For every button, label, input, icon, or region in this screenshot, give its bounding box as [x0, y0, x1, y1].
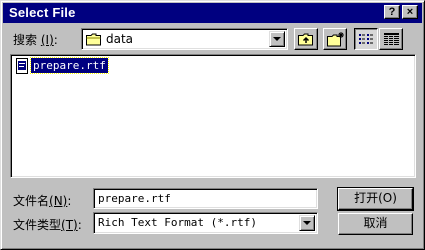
- filename-field[interactable]: prepare.rtf: [93, 188, 318, 209]
- filename-value: prepare.rtf: [98, 192, 171, 205]
- title-bar[interactable]: Select File ? ×: [3, 3, 422, 23]
- new-folder-button[interactable]: [323, 28, 347, 50]
- up-folder-button[interactable]: [294, 28, 318, 50]
- cancel-button[interactable]: 取消: [338, 213, 413, 235]
- lookin-combo[interactable]: data: [81, 28, 288, 50]
- select-file-dialog: Select File ? × 搜索 (I): data prepare.rtf…: [0, 0, 425, 250]
- file-list[interactable]: prepare.rtf: [10, 54, 416, 178]
- folder-icon: [86, 33, 102, 49]
- help-button[interactable]: ?: [384, 5, 400, 19]
- new-folder-icon: [327, 32, 345, 50]
- up-folder-icon: [298, 32, 314, 49]
- lookin-value: data: [106, 32, 134, 46]
- list-view-button[interactable]: [354, 28, 378, 50]
- filetype-value: Rich Text Format (*.rtf): [98, 216, 257, 229]
- rtf-file-icon: [14, 58, 30, 77]
- details-view-button[interactable]: [379, 28, 403, 50]
- open-button[interactable]: 打开(O): [337, 187, 414, 211]
- filetype-label: 文件类型(T):: [13, 218, 82, 232]
- window-title: Select File: [9, 5, 76, 20]
- list-view-icon: [359, 33, 374, 49]
- lookin-dropdown-button[interactable]: [269, 31, 285, 47]
- filename-label: 文件名(N):: [13, 194, 72, 208]
- lookin-label: 搜索 (I):: [13, 33, 58, 47]
- details-view-icon: [384, 33, 399, 49]
- close-button[interactable]: ×: [402, 5, 418, 19]
- file-name: prepare.rtf: [30, 57, 109, 74]
- filetype-combo[interactable]: Rich Text Format (*.rtf): [93, 212, 318, 234]
- filetype-dropdown-button[interactable]: [299, 215, 315, 231]
